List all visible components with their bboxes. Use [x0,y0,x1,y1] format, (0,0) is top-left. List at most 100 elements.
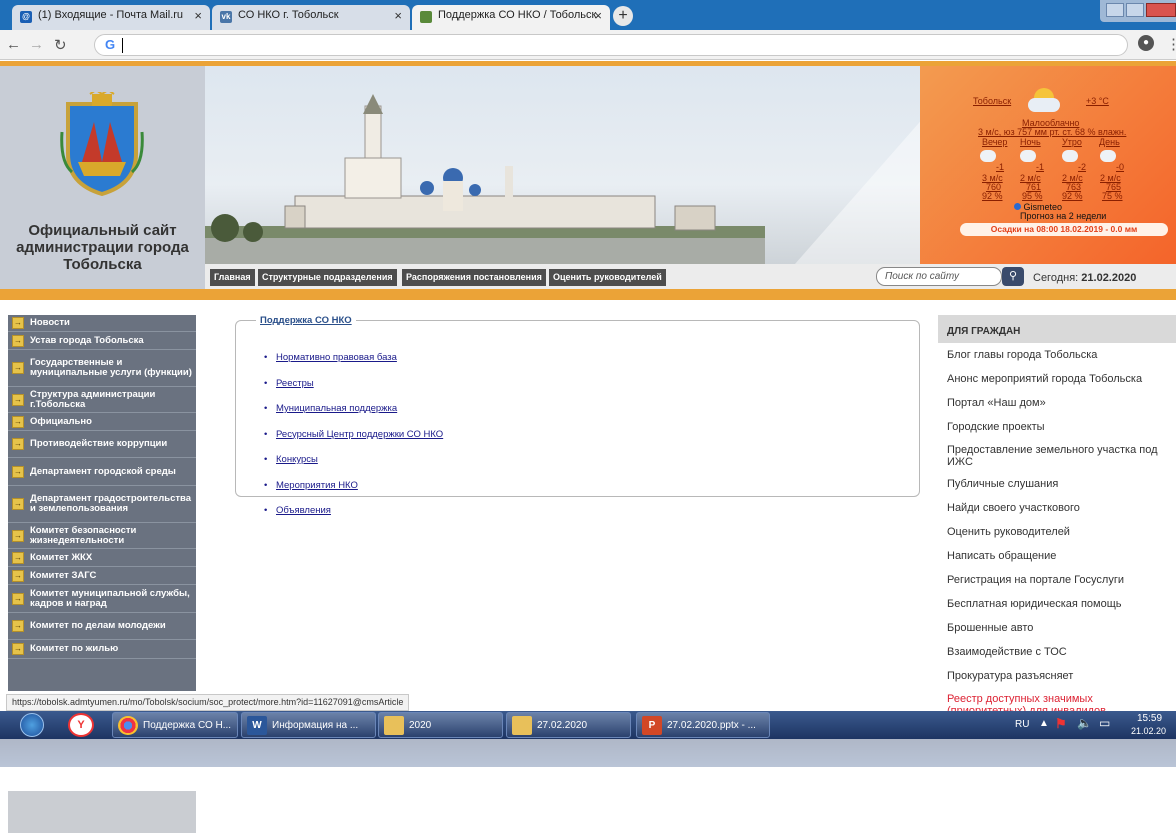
citizens-link[interactable]: Оценить руководителей [938,520,1176,544]
period-label[interactable]: Вечер [982,137,1007,147]
citizens-link[interactable]: Городские проекты [938,415,1176,439]
menu-icon[interactable]: ⋮ [1166,35,1176,53]
taskbar-item[interactable]: P 27.02.2020.pptx - ... [636,712,770,738]
forward-icon[interactable]: → [29,36,44,53]
link-text[interactable]: Конкурсы [276,454,318,465]
close-icon[interactable]: × [394,8,402,23]
sidebar-item-urban-env[interactable]: → Департамент городской среды [8,458,196,486]
close-icon[interactable]: × [194,8,202,23]
sidebar-item-youth[interactable]: → Комитет по делам молодежи [8,613,196,640]
close-window-icon[interactable] [1146,3,1176,17]
weather-details: 3 м/с, юз 757 мм рт. ст. 68 % влажн. [978,127,1127,137]
menu-rate-leaders[interactable]: Оценить руководителей [549,269,666,286]
site-icon [420,11,432,23]
sidebar-item-civil-service[interactable]: → Комитет муниципальной службы, кадров и … [8,585,196,613]
taskbar-item[interactable]: W Информация на ... [241,712,376,738]
vk-icon: vk [220,11,232,23]
weather-widget[interactable]: Тобольск +3 °C Малооблачно 3 м/с, юз 757… [960,76,1170,264]
sidebar-item-anticorruption[interactable]: → Противодействие коррупции [8,431,196,458]
menu-home[interactable]: Главная [210,269,255,286]
menu-structure[interactable]: Структурные подразделения [258,269,397,286]
weather-city[interactable]: Тобольск [973,96,1011,106]
citizens-link[interactable]: Прокуратура разъясняет [938,664,1176,688]
clock-time[interactable]: 15:59 [1137,713,1162,724]
tab-active[interactable]: Поддержка СО НКО / Тобольск × [412,5,610,30]
windows-icon [20,713,44,737]
search-icon[interactable]: ⚲ [1002,267,1024,286]
sidebar-item-charter[interactable]: → Устав города Тобольска [8,332,196,350]
list-item[interactable]: • Мероприятия НКО [264,480,443,506]
page-title[interactable]: Поддержка СО НКО [256,315,356,326]
citizens-link[interactable]: Взаимодействие с ТОС [938,640,1176,664]
forecast-link[interactable]: Прогноз на 2 недели [1020,211,1106,221]
link-text[interactable]: Нормативно правовая база [276,352,397,363]
citizens-link[interactable]: Брошенные авто [938,616,1176,640]
sidebar-item-urban-planning[interactable]: → Департамент градостроительства и землеп… [8,486,196,523]
address-bar[interactable]: G [94,34,1128,56]
status-url: https://tobolsk.admtyumen.ru/mo/Tobolsk/… [6,694,410,711]
period-label[interactable]: Ночь [1020,137,1041,147]
sidebar-item-news[interactable]: → Новости [8,315,196,332]
reload-icon[interactable]: ↻ [54,36,67,54]
yandex-browser-icon[interactable]: Y [68,713,94,737]
forecast-humidity: 92 % [982,191,1003,201]
link-text[interactable]: Ресурсный Центр поддержки СО НКО [276,429,443,440]
clock-date[interactable]: 21.02.20 [1131,726,1166,736]
sidebar-item-services[interactable]: → Государственные и муниципальные услуги … [8,350,196,387]
network-icon[interactable]: ▭ [1099,716,1110,730]
arrow-icon: → [12,592,24,605]
arrow-icon: → [12,643,24,655]
start-button[interactable] [18,711,48,739]
citizens-link[interactable]: Регистрация на портале Госуслуги [938,568,1176,592]
header-bottom-strip [0,289,1176,300]
citizens-link[interactable]: Бесплатная юридическая помощь [938,592,1176,616]
maximize-icon[interactable] [1126,3,1144,17]
taskbar-item[interactable]: 2020 [378,712,503,738]
tray-expand-icon[interactable]: ▲ [1039,718,1049,729]
close-icon[interactable]: × [594,8,602,23]
list-item[interactable]: • Муниципальная поддержка [264,403,443,429]
list-item[interactable]: • Реестры [264,378,443,404]
taskbar-item[interactable]: 27.02.2020 [506,712,631,738]
forecast-humidity: 75 % [1102,191,1123,201]
period-label[interactable]: Утро [1062,137,1082,147]
flag-icon[interactable]: ⚑ [1055,716,1067,732]
sidebar-item-housing-utilities[interactable]: → Комитет ЖКХ [8,549,196,567]
profile-icon[interactable]: ● [1138,35,1154,51]
list-item[interactable]: • Нормативно правовая база [264,352,443,378]
back-icon[interactable]: ← [6,36,21,53]
citizens-link[interactable]: Анонс мероприятий города Тобольска [938,367,1176,391]
citizens-link[interactable]: Публичные слушания [938,472,1176,496]
sidebar-item-structure[interactable]: → Структура администрации г.Тобольска [8,387,196,413]
today-label: Сегодня: [1033,272,1079,284]
citizens-link[interactable]: Блог главы города Тобольска [938,343,1176,367]
sidebar-item-housing[interactable]: → Комитет по жилью [8,640,196,659]
language-indicator[interactable]: RU [1015,719,1029,730]
menu-orders[interactable]: Распоряжения постановления [402,269,546,286]
citizens-link[interactable]: Написать обращение [938,544,1176,568]
folder-icon [384,716,404,735]
list-item[interactable]: • Ресурсный Центр поддержки СО НКО [264,429,443,455]
sidebar-item-safety[interactable]: → Комитет безопасности жизнедеятельности [8,523,196,549]
link-text[interactable]: Реестры [276,378,314,389]
citizens-link[interactable]: Предоставление земельного участка под ИЖ… [938,439,1176,472]
link-text[interactable]: Муниципальная поддержка [276,403,397,414]
link-text[interactable]: Объявления [276,505,331,516]
tab-vk[interactable]: vk СО НКО г. Тобольск × [212,5,410,30]
site-search-input[interactable]: Поиск по сайту [876,267,1002,286]
sidebar-item-official[interactable]: → Официально [8,413,196,431]
minimize-icon[interactable] [1106,3,1124,17]
list-item[interactable]: • Конкурсы [264,454,443,480]
citizens-link[interactable]: Найди своего участкового [938,496,1176,520]
citizens-link[interactable]: Портал «Наш дом» [938,391,1176,415]
weather-temp[interactable]: +3 °C [1086,96,1109,106]
sidebar-item-registry[interactable]: → Комитет ЗАГС [8,567,196,585]
period-label[interactable]: День [1099,137,1120,147]
list-item[interactable]: • Объявления [264,505,443,531]
tab-mail[interactable]: @ (1) Входящие - Почта Mail.ru × [12,5,210,30]
volume-icon[interactable]: 🔈 [1077,716,1092,730]
taskbar-item[interactable]: Поддержка СО Н... [112,712,238,738]
link-text[interactable]: Мероприятия НКО [276,480,358,491]
new-tab-button[interactable]: + [613,6,633,26]
arrow-icon: → [12,317,24,329]
